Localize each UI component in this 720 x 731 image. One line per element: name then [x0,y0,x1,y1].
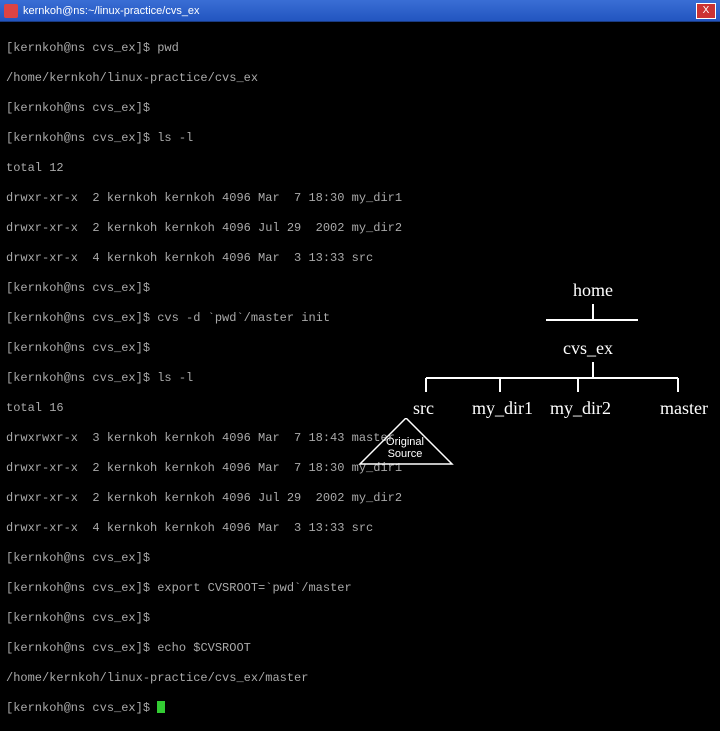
tree-node-home: home [573,280,613,301]
close-button[interactable]: X [696,3,716,19]
app-icon [4,4,18,18]
cursor-icon [157,701,165,713]
original-source-annotation: Original Source [362,436,448,460]
tree-node-cvs-ex: cvs_ex [563,338,613,359]
out-total12: total 12 [6,161,714,176]
directory-tree-overlay: home cvs_ex src my_dir1 my_dir2 master [378,280,708,440]
tree-node-mydir1: my_dir1 [472,398,533,419]
cmd-echo: echo $CVSROOT [157,641,251,655]
out-ls1-1: drwxr-xr-x 2 kernkoh kernkoh 4096 Mar 7 … [6,191,714,206]
window-title: kernkoh@ns:~/linux-practice/cvs_ex [23,5,694,17]
out-ls1-3: drwxr-xr-x 4 kernkoh kernkoh 4096 Mar 3 … [6,251,714,266]
window-titlebar: kernkoh@ns:~/linux-practice/cvs_ex X [0,0,720,22]
tree-node-mydir2: my_dir2 [550,398,611,419]
out-ls2-2: drwxr-xr-x 2 kernkoh kernkoh 4096 Mar 7 … [6,461,714,476]
cmd-cvs-init: cvs -d `pwd`/master init [157,311,330,325]
out-ls2-4: drwxr-xr-x 4 kernkoh kernkoh 4096 Mar 3 … [6,521,714,536]
annotation-line2: Source [362,448,448,460]
annotation-line1: Original [362,436,448,448]
tree-node-src: src [413,398,434,419]
cmd-ls2: ls -l [157,371,193,385]
out-pwd: /home/kernkoh/linux-practice/cvs_ex [6,71,714,86]
out-ls1-2: drwxr-xr-x 2 kernkoh kernkoh 4096 Jul 29… [6,221,714,236]
out-echo: /home/kernkoh/linux-practice/cvs_ex/mast… [6,671,714,686]
cmd-pwd: pwd [157,41,179,55]
out-ls2-3: drwxr-xr-x 2 kernkoh kernkoh 4096 Jul 29… [6,491,714,506]
tree-node-master: master [660,398,708,419]
cmd-export: export CVSROOT=`pwd`/master [157,581,351,595]
prompt: [kernkoh@ns [6,41,85,55]
cmd-ls1: ls -l [157,131,193,145]
